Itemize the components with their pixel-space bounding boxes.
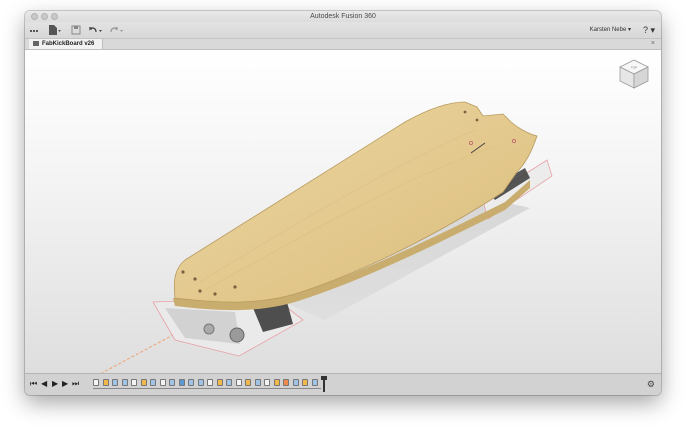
undo-icon (89, 27, 102, 33)
document-tab-label: FabKickBoard v26 (42, 41, 95, 47)
step-forward-button[interactable]: ▶ (62, 379, 68, 389)
play-button[interactable]: ▶ (52, 379, 58, 389)
redo-button[interactable] (108, 24, 126, 36)
front-wheel-right (203, 323, 215, 335)
timeline-feature-extrude-icon[interactable] (273, 379, 280, 386)
close-tab-button[interactable]: × (651, 39, 655, 49)
timeline-feature-sketch-icon[interactable] (131, 379, 137, 386)
timeline-marker-icon[interactable] (321, 376, 327, 392)
timeline-feature-body-icon[interactable] (226, 379, 232, 386)
redo-icon (110, 27, 123, 33)
timeline-feature-sketch-icon[interactable] (159, 379, 166, 386)
timeline-feature-move-icon[interactable] (178, 379, 185, 386)
timeline-feature-extrude-icon[interactable] (302, 379, 308, 386)
mount-hole (198, 289, 202, 293)
timeline-feature-extrude-icon[interactable] (140, 379, 147, 386)
model-view (82, 101, 553, 384)
timeline-feature-body-icon[interactable] (292, 379, 299, 386)
timeline-feature-body-icon[interactable] (121, 379, 128, 386)
document-tab[interactable]: FabKickBoard v26 (29, 39, 104, 49)
save-button[interactable] (71, 24, 81, 36)
go-to-start-button[interactable]: ⏮ (30, 379, 37, 389)
timeline-feature-body-icon[interactable] (188, 379, 194, 386)
axis-line (82, 334, 174, 384)
front-wheel-left (229, 327, 245, 343)
app-window: Autodesk Fusion 360 Karsten Nebe ▾ ? ▾ F… (25, 11, 661, 395)
canvas-viewport[interactable]: TOP (25, 50, 661, 384)
timeline-track (93, 388, 321, 389)
mount-hole (193, 277, 197, 281)
help-menu[interactable]: ? ▾ (643, 24, 655, 36)
step-back-button[interactable]: ◀ (41, 379, 47, 389)
timeline-feature-body-icon[interactable] (197, 379, 204, 386)
timeline-feature-body-icon[interactable] (169, 379, 175, 386)
file-menu-button[interactable] (47, 24, 61, 36)
component-icon (33, 40, 39, 46)
timeline-bar: ⏮ ◀ ▶ ▶ ⏭ ⚙ (25, 373, 661, 395)
mount-hole (213, 292, 217, 296)
viewcube[interactable]: TOP (617, 58, 651, 90)
data-panel-grid-icon[interactable] (29, 24, 39, 56)
timeline-feature-fillet-icon[interactable] (283, 379, 289, 386)
timeline-feature-sketch-icon[interactable] (235, 379, 242, 386)
timeline-feature-extrude-icon[interactable] (216, 379, 223, 386)
file-icon (49, 25, 61, 35)
timeline-feature-extrude-icon[interactable] (102, 379, 109, 386)
undo-button[interactable] (87, 24, 105, 36)
mount-hole (181, 270, 185, 274)
mount-hole (475, 118, 479, 122)
save-icon (71, 25, 81, 35)
timeline-feature-body-icon[interactable] (254, 379, 261, 386)
timeline-feature-sketch-icon[interactable] (93, 379, 99, 386)
document-tab-bar: FabKickBoard v26 × (25, 39, 661, 50)
window-title: Autodesk Fusion 360 (310, 13, 376, 20)
timeline-feature-extrude-icon[interactable] (245, 379, 251, 386)
timeline-settings-gear-icon[interactable]: ⚙ (647, 379, 655, 389)
timeline-feature-body-icon[interactable] (311, 379, 318, 386)
user-account-menu[interactable]: Karsten Nebe ▾ (590, 25, 631, 35)
mount-hole (463, 110, 467, 114)
application-bar: Karsten Nebe ▾ ? ▾ (25, 22, 661, 56)
go-to-end-button[interactable]: ⏭ (72, 379, 79, 389)
title-bar: Autodesk Fusion 360 (25, 11, 661, 22)
timeline-feature-sketch-icon[interactable] (207, 379, 213, 386)
mount-hole (233, 285, 237, 289)
timeline-feature-body-icon[interactable] (112, 379, 118, 386)
timeline-feature-sketch-icon[interactable] (264, 379, 270, 386)
viewcube-label: TOP (631, 66, 637, 70)
timeline-feature-body-icon[interactable] (150, 379, 156, 386)
